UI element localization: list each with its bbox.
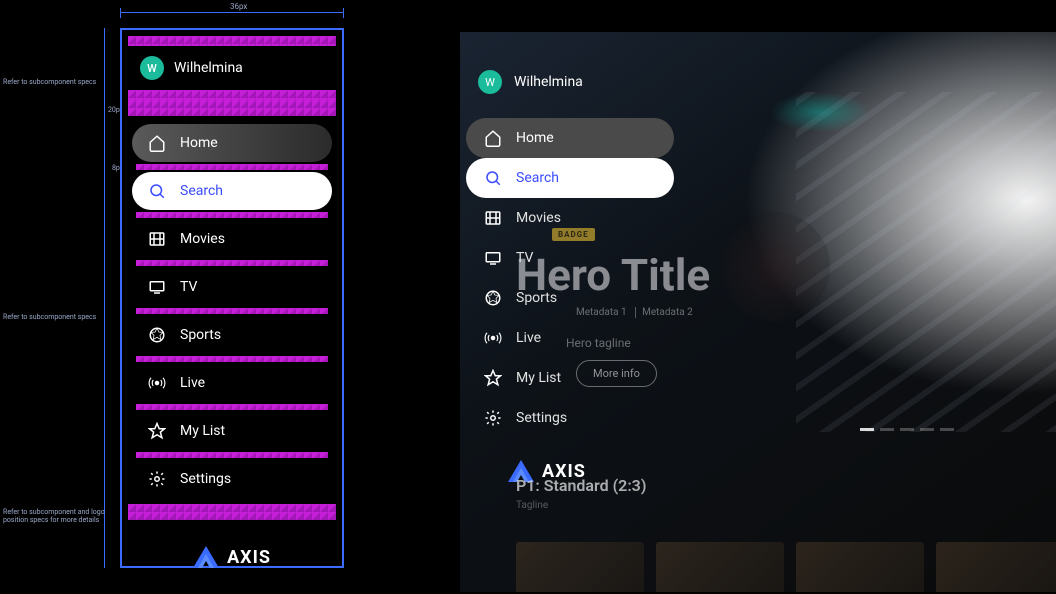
row-title: P1: Standard (2:3) [516,476,646,495]
spacing-stripe [128,100,336,116]
star-icon [148,422,166,440]
spacing-stripe [136,404,328,410]
gear-icon [484,409,502,427]
logo-mark-icon [193,546,219,568]
spacing-stripe [136,452,328,458]
hero-metadata: Metadata 1 Metadata 2 [570,307,710,318]
nav-list: Home Search Movies TV [128,116,336,498]
nav-item-settings[interactable]: Settings [466,398,674,438]
profile-name: Wilhelmina [514,74,583,90]
spacing-stripe [136,164,328,170]
thumbnail-card[interactable] [516,542,644,592]
home-icon [484,129,502,147]
background-sign [720,212,830,322]
carousel-dot[interactable] [860,428,874,431]
spec-annotation-1: Refer to subcomponent specs [3,78,113,86]
gear-icon [148,470,166,488]
live-icon [148,374,166,392]
avatar: W [140,56,164,80]
carousel-dot[interactable] [940,428,954,431]
tv-icon [148,278,166,296]
spacing-stripe [136,260,328,266]
avatar: W [478,70,502,94]
live-preview: W Wilhelmina Home Search Movies TV Sport… [460,32,1056,592]
row-tagline: Tagline [516,500,548,511]
spacing-stripe [128,36,336,46]
nav-label: Home [180,135,218,151]
nav-label: Home [516,130,554,146]
spacing-stripe [128,90,336,100]
nav-item-movies[interactable]: Movies [132,220,332,258]
spacing-stripe [136,308,328,314]
sports-icon [484,289,502,307]
search-icon [484,169,502,187]
nav-label: Settings [180,471,231,487]
thumbnail-card[interactable] [656,542,784,592]
nav-item-live[interactable]: Live [132,364,332,402]
spec-annotation-2: Refer to subcomponent specs [3,313,113,321]
movies-icon [148,230,166,248]
nav-label: Live [180,375,205,391]
carousel-dots[interactable] [860,428,954,431]
nav-item-tv[interactable]: TV [132,268,332,306]
nav-label: Sports [180,327,221,343]
carousel-dot[interactable] [920,428,934,431]
dimension-label-top: 36px [230,2,247,11]
brand-logo: AXIS [128,528,336,586]
hero-tagline: Hero tagline [566,336,710,350]
carousel-dot[interactable] [900,428,914,431]
spacing-stripe [136,356,328,362]
live-icon [484,329,502,347]
nav-item-search[interactable]: Search [132,172,332,210]
home-icon [148,134,166,152]
logo-text: AXIS [227,547,271,568]
hero-section: BADGE Hero Title Metadata 1 Metadata 2 H… [516,222,710,387]
nav-label: My List [180,423,225,439]
profile-name: Wilhelmina [174,60,243,76]
spec-annotation-3: Refer to subcomponent and logo position … [3,508,113,525]
hero-title: Hero Title [516,249,710,301]
sports-icon [148,326,166,344]
search-icon [148,182,166,200]
dimension-guide-left [104,28,105,568]
carousel-dot[interactable] [880,428,894,431]
movies-icon [484,209,502,227]
tv-icon [484,249,502,267]
thumbnail-card[interactable] [936,542,1056,592]
dimension-guide-top [120,12,344,13]
nav-label: Search [180,183,223,199]
hero-badge: BADGE [552,228,595,241]
thumbnail-row [516,542,1056,592]
nav-item-sports[interactable]: Sports [132,316,332,354]
hero-meta-1: Metadata 1 [570,307,633,318]
background-glow [770,92,870,132]
nav-item-search[interactable]: Search [466,158,674,198]
spec-sidebar: W Wilhelmina Home Search Movies [120,28,344,568]
nav-label: TV [180,279,197,295]
more-info-button[interactable]: More info [576,360,657,387]
profile-row[interactable]: W Wilhelmina [128,46,336,90]
nav-item-home[interactable]: Home [466,118,674,158]
spacing-stripe [136,212,328,218]
nav-item-home[interactable]: Home [132,124,332,162]
nav-item-settings[interactable]: Settings [132,460,332,498]
spacing-stripe [128,504,336,520]
nav-label: Settings [516,410,567,426]
star-icon [484,369,502,387]
thumbnail-card[interactable] [796,542,924,592]
nav-label: Search [516,170,559,186]
background-deco [796,92,1056,432]
hero-meta-2: Metadata 2 [635,307,699,318]
profile-row[interactable]: W Wilhelmina [466,62,674,118]
nav-label: Movies [180,231,225,247]
nav-item-mylist[interactable]: My List [132,412,332,450]
